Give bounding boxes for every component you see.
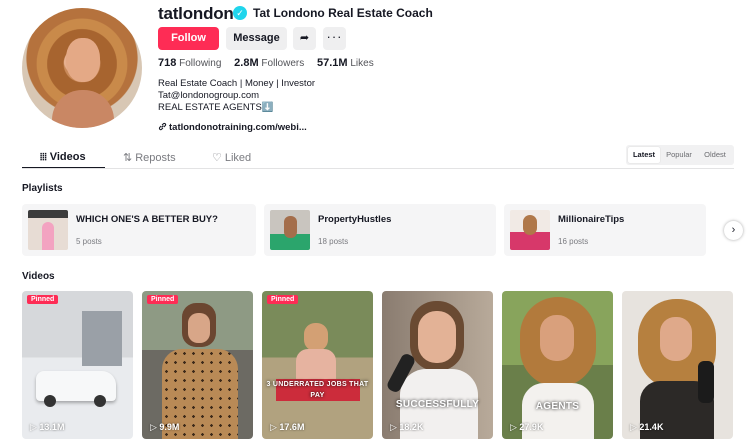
- likes-label: Likes: [350, 58, 374, 69]
- sort-popular[interactable]: Popular: [662, 147, 696, 163]
- playlist-title: WHICH ONE'S A BETTER BUY?: [76, 214, 218, 225]
- playlist-count: 5 posts: [76, 237, 102, 246]
- grid-icon: ⦙⦙⦙: [40, 152, 47, 163]
- video-thumbnail[interactable]: Pinned ▷ 13.1M: [22, 291, 133, 439]
- heart-outline-icon: ♡: [212, 152, 222, 164]
- playlist-count: 18 posts: [318, 237, 349, 246]
- video-caption: 3 UNDERRATED JOBS THAT PAY: [266, 381, 369, 399]
- sort-oldest[interactable]: Oldest: [698, 147, 732, 163]
- video-thumbnail[interactable]: ▷ 21.4K: [622, 291, 733, 439]
- more-options-icon[interactable]: ···: [323, 27, 346, 50]
- bio-line: REAL ESTATE AGENTS⬇️: [158, 102, 274, 113]
- profile-handle: tatlondono: [158, 4, 244, 23]
- tab-videos[interactable]: ⦙⦙⦙ Videos: [40, 151, 86, 163]
- tab-liked-label: Liked: [224, 152, 252, 164]
- bio-line: Real Estate Coach | Money | Investor: [158, 78, 316, 89]
- pinned-badge: Pinned: [27, 295, 59, 304]
- view-count: ▷ 18.2K: [390, 422, 424, 432]
- video-thumbnail[interactable]: AGENTS ▷ 27.9K: [502, 291, 613, 439]
- playlist-card[interactable]: PropertyHustles 18 posts: [264, 204, 496, 256]
- profile-display-name: Tat Londono Real Estate Coach: [253, 6, 433, 20]
- view-count: ▷ 17.6M: [270, 422, 305, 432]
- playlists-heading: Playlists: [22, 183, 63, 194]
- sort-latest[interactable]: Latest: [628, 147, 660, 163]
- tab-reposts[interactable]: ⇅ Reposts: [123, 151, 176, 164]
- pinned-badge: Pinned: [147, 295, 179, 304]
- playlist-thumbnail: [270, 210, 310, 250]
- view-count: ▷ 13.1M: [30, 422, 65, 432]
- following-count: 718: [158, 57, 177, 69]
- playlist-thumbnail: [28, 210, 68, 250]
- bio-link[interactable]: tatlondonotraining.com/webi...: [158, 122, 307, 133]
- view-count: ▷ 21.4K: [630, 422, 664, 432]
- playlist-count: 16 posts: [558, 237, 589, 246]
- avatar-face: [66, 38, 100, 82]
- playlist-card[interactable]: WHICH ONE'S A BETTER BUY? 5 posts: [22, 204, 256, 256]
- verified-badge-icon: ✓: [233, 6, 247, 20]
- videos-heading: Videos: [22, 271, 55, 282]
- link-icon: [158, 122, 167, 131]
- likes-count: 57.1M: [317, 57, 348, 69]
- follow-button[interactable]: Follow: [158, 27, 219, 50]
- following-label[interactable]: Following: [179, 58, 221, 69]
- followers-count: 2.8M: [234, 57, 259, 69]
- repost-icon: ⇅: [123, 152, 133, 164]
- playlist-card[interactable]: MillionaireTips 16 posts: [504, 204, 706, 256]
- playlist-title: MillionaireTips: [558, 214, 625, 225]
- tab-videos-label: Videos: [49, 151, 86, 163]
- profile-avatar[interactable]: [22, 8, 142, 128]
- tab-liked[interactable]: ♡ Liked: [212, 151, 251, 164]
- view-count: ▷ 27.9K: [510, 422, 544, 432]
- video-caption: SUCCESSFULLY: [395, 399, 480, 410]
- playlist-title: PropertyHustles: [318, 214, 392, 225]
- share-icon[interactable]: ➦: [293, 27, 316, 50]
- video-thumbnail[interactable]: SUCCESSFULLY ▷ 18.2K: [382, 291, 493, 439]
- sort-toggle: Latest Popular Oldest: [626, 145, 734, 165]
- video-thumbnail[interactable]: 3 UNDERRATED JOBS THAT PAY Pinned ▷ 17.6…: [262, 291, 373, 439]
- chevron-right-icon[interactable]: ›: [724, 221, 743, 240]
- video-thumbnail[interactable]: Pinned ▷ 9.9M: [142, 291, 253, 439]
- tabs-divider: [22, 168, 734, 169]
- view-count: ▷ 9.9M: [150, 422, 180, 432]
- video-caption: AGENTS: [535, 401, 580, 412]
- bio-link-text[interactable]: tatlondonotraining.com/webi...: [169, 122, 307, 133]
- pinned-badge: Pinned: [267, 295, 299, 304]
- followers-label[interactable]: Followers: [261, 58, 304, 69]
- profile-stats: 718 Following 2.8M Followers 57.1M Likes: [158, 57, 384, 69]
- message-button[interactable]: Message: [226, 27, 287, 50]
- playlist-thumbnail: [510, 210, 550, 250]
- bio-email: Tat@londonogroup.com: [158, 90, 260, 101]
- tab-reposts-label: Reposts: [135, 152, 176, 164]
